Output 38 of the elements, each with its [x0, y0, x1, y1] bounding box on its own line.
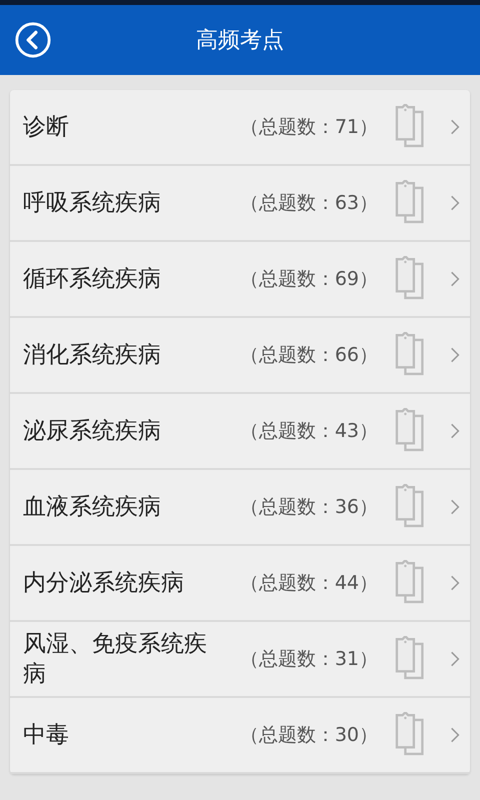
back-icon[interactable] — [14, 21, 52, 59]
topic-row[interactable]: 诊断 （总题数：71） — [10, 90, 470, 166]
chevron-icon — [450, 270, 460, 288]
chevron-icon — [450, 726, 460, 744]
question-count: （总题数：30） — [240, 723, 378, 748]
topic-name: 血液系统疾病 — [23, 493, 162, 522]
topic-name: 内分泌系统疾病 — [23, 569, 185, 598]
topic-name: 诊断 — [23, 113, 70, 142]
page-title: 高频考点 — [196, 27, 284, 55]
chevron-icon — [450, 422, 460, 440]
topic-name: 循环系统疾病 — [23, 265, 162, 294]
question-count: （总题数：71） — [240, 115, 378, 140]
topic-row[interactable]: 消化系统疾病 （总题数：66） — [10, 318, 470, 394]
topic-name: 消化系统疾病 — [23, 341, 162, 370]
topic-row[interactable]: 呼吸系统疾病 （总题数：63） — [10, 166, 470, 242]
chevron-icon — [450, 194, 460, 212]
chevron-icon — [450, 574, 460, 592]
chevron-icon — [450, 650, 460, 668]
topic-name: 中毒 — [23, 721, 70, 750]
topic-row[interactable]: 泌尿系统疾病 （总题数：43） — [10, 394, 470, 470]
question-count: （总题数：36） — [240, 495, 378, 520]
topic-row[interactable]: 内分泌系统疾病 （总题数：44） — [10, 546, 470, 622]
chevron-icon — [450, 498, 460, 516]
topic-row[interactable]: 循环系统疾病 （总题数：69） — [10, 242, 470, 318]
question-count: （总题数：44） — [240, 571, 378, 596]
topic-row[interactable]: 中毒 （总题数：30） — [10, 698, 470, 774]
chevron-icon — [450, 118, 460, 136]
chevron-icon — [450, 346, 460, 364]
question-count: （总题数：63） — [240, 191, 378, 216]
topic-name: 呼吸系统疾病 — [23, 189, 162, 218]
question-count: （总题数：66） — [240, 343, 378, 368]
topic-name: 泌尿系统疾病 — [23, 417, 162, 446]
question-count: （总题数：43） — [240, 419, 378, 444]
topic-row[interactable]: 风湿、免疫系统疾病 （总题数：31） — [10, 622, 470, 698]
question-count: （总题数：31） — [240, 647, 378, 672]
topic-row[interactable]: 血液系统疾病 （总题数：36） — [10, 470, 470, 546]
question-count: （总题数：69） — [240, 267, 378, 292]
topic-name: 风湿、免疫系统疾病 — [23, 630, 208, 689]
